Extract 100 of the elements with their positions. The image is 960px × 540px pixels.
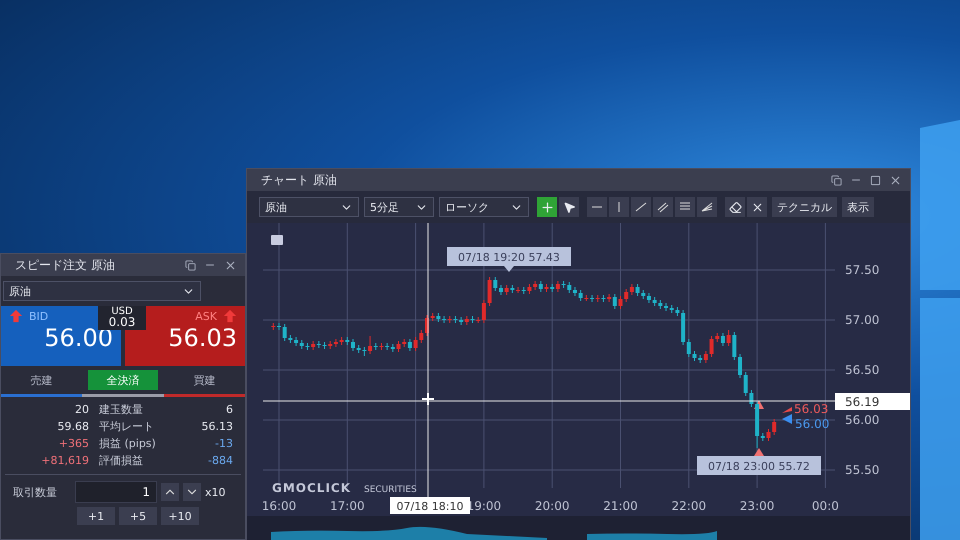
- price-tick: 57.50: [845, 263, 880, 277]
- bid-marker-label: 56.00: [795, 417, 830, 431]
- candlestick: [282, 324, 287, 342]
- order-tab[interactable]: 買建: [169, 370, 240, 390]
- candlestick: [488, 276, 492, 306]
- toolbar-button[interactable]: 表示: [842, 197, 874, 217]
- candlestick: [482, 300, 486, 324]
- candlestick: [646, 292, 651, 304]
- candlestick: [692, 350, 696, 362]
- candlestick: [624, 288, 628, 302]
- buy-value: -884: [207, 454, 233, 468]
- price-tick: 55.50: [845, 463, 880, 477]
- decrease-button[interactable]: [183, 483, 201, 501]
- broker-logo-suffix: SECURITIES: [364, 485, 417, 495]
- candlestick: [419, 330, 424, 344]
- candlestick: [749, 390, 754, 408]
- multiplier-label: x10: [205, 486, 226, 498]
- time-tick: 20:00: [534, 499, 570, 513]
- quantity-label: 取引数量: [13, 484, 57, 500]
- time-tick: 22:00: [672, 499, 706, 513]
- candlestick: [686, 338, 691, 358]
- candlestick: [618, 296, 622, 310]
- interval-dropdown[interactable]: 5分足: [364, 197, 434, 217]
- panel-title: スピード注文 原油: [15, 256, 116, 274]
- candlestick: [493, 276, 498, 292]
- buy-value: 56.13: [200, 420, 233, 434]
- time-tick: 17:00: [330, 499, 365, 513]
- pointer-icon: [562, 200, 576, 214]
- crosshair-price-label: 56.19: [835, 393, 910, 410]
- ask-marker-label: 56.03: [794, 402, 828, 416]
- parallel-lines-icon: [657, 201, 669, 213]
- pointer-tool-button[interactable]: [559, 197, 579, 217]
- candlestick: [578, 290, 583, 302]
- plus-icon: [540, 200, 554, 214]
- vertical-line-tool[interactable]: [609, 197, 629, 217]
- symbol-dropdown[interactable]: 原油: [259, 197, 359, 217]
- increase-button[interactable]: [161, 483, 179, 501]
- chart-type-dropdown[interactable]: ローソク: [439, 197, 529, 217]
- candlestick: [368, 336, 372, 354]
- increment-button[interactable]: +5: [119, 507, 157, 525]
- sell-value: +81,619: [40, 454, 89, 468]
- diagonal-line-icon: [635, 201, 647, 213]
- close-icon[interactable]: [889, 174, 902, 186]
- price-tick: 56.00: [845, 413, 880, 427]
- fan-lines-icon: [701, 201, 713, 213]
- candlestick: [396, 340, 401, 352]
- stat-label: 評価損益: [99, 454, 144, 468]
- window-title: チャート 原油: [261, 172, 338, 188]
- stat-label: 平均レート: [99, 420, 155, 434]
- candlestick: [772, 418, 776, 436]
- erase-all-tool[interactable]: [747, 197, 767, 217]
- restore-icon[interactable]: [831, 174, 842, 186]
- close-icon[interactable]: [224, 258, 237, 272]
- candlestick: [498, 284, 503, 296]
- trend-line-tool[interactable]: [631, 197, 651, 217]
- sell-value: 59.68: [56, 420, 89, 434]
- candlestick: [732, 332, 736, 360]
- price-tick: 57.00: [845, 313, 880, 327]
- candlestick: [504, 284, 509, 296]
- restore-icon[interactable]: [185, 260, 196, 270]
- candlestick: [720, 332, 725, 346]
- stat-label: 損益 (pips): [99, 437, 157, 451]
- spread-label: USD 0.03: [98, 306, 146, 330]
- candlestick: [612, 294, 617, 310]
- maximize-icon[interactable]: [870, 174, 881, 186]
- bid-marker-icon: [782, 414, 792, 424]
- horizontal-line-tool[interactable]: [587, 197, 607, 217]
- candlestick: [766, 428, 770, 442]
- up-arrow-icon: [9, 309, 23, 323]
- order-tab[interactable]: 全決済: [88, 370, 158, 390]
- candlestick: [726, 330, 731, 346]
- high-price-callout: 07/18 19:20 57.43: [447, 247, 571, 272]
- time-tick: 00:0: [812, 499, 839, 513]
- time-tick: 16:00: [262, 499, 296, 513]
- quantity-field[interactable]: 1: [75, 481, 157, 503]
- candlestick: [567, 282, 572, 294]
- stat-label: 建玉数量: [99, 403, 144, 417]
- fan-lines-tool[interactable]: [697, 197, 717, 217]
- stacked-lines-tool[interactable]: [675, 197, 695, 217]
- low-price-callout: 07/18 23:00 55.72: [697, 448, 821, 475]
- ask-marker-icon: [782, 407, 792, 413]
- toolbar-button[interactable]: テクニカル: [772, 197, 837, 217]
- eraser-tool[interactable]: [725, 197, 745, 217]
- increment-button[interactable]: +1: [77, 507, 115, 525]
- ref-line-label: 56.19: [845, 395, 880, 409]
- candlestick: [414, 336, 418, 352]
- candlestick: [738, 354, 742, 378]
- increment-button[interactable]: +10: [161, 507, 199, 525]
- parallel-lines-tool[interactable]: [653, 197, 673, 217]
- candlestick: [710, 336, 714, 358]
- symbol-dropdown[interactable]: 原油: [3, 281, 201, 301]
- price-tick: 56.50: [845, 363, 880, 377]
- time-tick: 23:00: [740, 499, 774, 513]
- sell-value: 20: [74, 403, 89, 417]
- candlestick: [704, 350, 708, 364]
- candlestick: [630, 284, 634, 296]
- order-tab[interactable]: 売建: [6, 370, 77, 390]
- broker-logo: GMOCLICK: [272, 481, 352, 495]
- buy-value: -13: [214, 437, 233, 451]
- candlestick: [744, 372, 748, 396]
